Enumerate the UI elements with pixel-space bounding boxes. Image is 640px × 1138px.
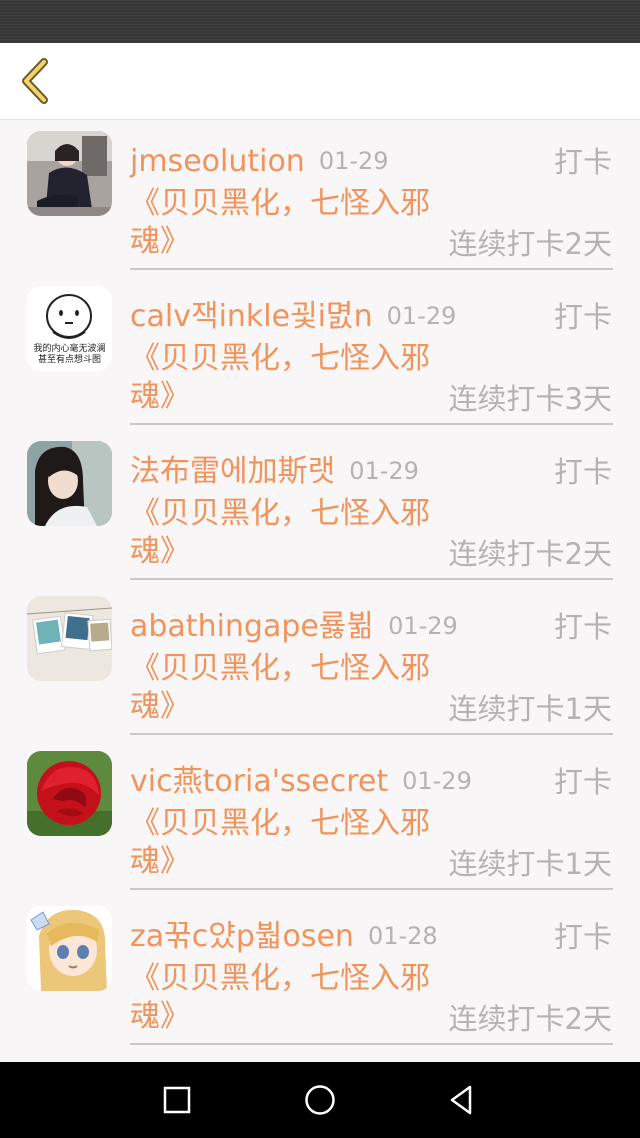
avatar[interactable]	[27, 906, 112, 991]
status-bar	[0, 0, 640, 43]
streak-text: 连续打卡2天	[448, 1002, 612, 1036]
list-item[interactable]: 法布雷에加斯랫 01-29 打卡 《贝贝黑化，七怪入邪魂》 连续打卡2天	[0, 431, 640, 586]
divider	[130, 1043, 613, 1045]
book-title-link[interactable]: 《贝贝黑化，七怪入邪魂》	[130, 805, 430, 881]
username[interactable]: 法布雷에加斯랫 01-29	[130, 451, 419, 492]
streak-text: 连续打卡3天	[448, 382, 612, 416]
checkin-date: 01-29	[318, 147, 389, 175]
divider	[130, 733, 613, 735]
system-nav-bar	[0, 1062, 640, 1138]
avatar[interactable]	[27, 131, 112, 216]
streak-text: 连续打卡2天	[448, 227, 612, 261]
book-title-link[interactable]: 《贝贝黑化，七怪入邪魂》	[130, 340, 430, 416]
checkin-date: 01-29	[388, 612, 458, 640]
streak-text: 连续打卡2天	[448, 537, 612, 571]
checkin-label: 打卡	[553, 765, 612, 799]
back-button[interactable]	[10, 53, 60, 109]
avatar[interactable]	[27, 596, 112, 681]
book-title-link[interactable]: 《贝贝黑化，七怪入邪魂》	[130, 960, 430, 1036]
checkin-date: 01-29	[349, 457, 419, 485]
streak-text: 连续打卡1天	[448, 847, 612, 881]
avatar-caption: 我的内心毫无波澜 甚至有点想斗图	[33, 344, 106, 365]
checkin-date: 01-29	[402, 767, 472, 795]
username[interactable]: calv잭inkle굋i멼n 01-29	[130, 296, 456, 337]
list-item[interactable]: 我的内心毫无波澜 甚至有点想斗图 calv잭inkle굋i멼n 01-29 打卡 …	[0, 276, 640, 431]
checkin-label: 打卡	[553, 920, 612, 954]
chevron-left-icon	[22, 58, 48, 104]
checkin-list: jmseolution 01-29 打卡 《贝贝黑化，七怪入邪魂》 连续打卡2天 …	[0, 121, 640, 1062]
avatar[interactable]: 我的内心毫无波澜 甚至有点想斗图	[27, 286, 112, 371]
username[interactable]: za꾺c얐p붧osen 01-28	[130, 916, 438, 957]
book-title-link[interactable]: 《贝贝黑化，七怪入邪魂》	[130, 185, 430, 261]
checkin-date: 01-28	[367, 922, 438, 950]
home-button[interactable]	[300, 1080, 340, 1120]
top-bar	[0, 43, 640, 120]
streak-text: 连续打卡1天	[448, 692, 612, 726]
avatar[interactable]	[27, 751, 112, 836]
divider	[130, 888, 613, 890]
checkin-date: 01-29	[386, 302, 457, 330]
book-title-link[interactable]: 《贝贝黑化，七怪入邪魂》	[130, 650, 430, 726]
circle-icon	[305, 1085, 335, 1115]
username[interactable]: vic燕toria'ssecret 01-29	[130, 761, 472, 802]
avatar[interactable]	[27, 441, 112, 526]
checkin-label: 打卡	[553, 145, 612, 179]
back-nav-button[interactable]	[442, 1080, 482, 1120]
square-icon	[163, 1086, 191, 1114]
checkin-label: 打卡	[553, 455, 612, 489]
username[interactable]: abathingape룛뷞 01-29	[130, 606, 458, 647]
list-item[interactable]: vic燕toria'ssecret 01-29 打卡 《贝贝黑化，七怪入邪魂》 连…	[0, 741, 640, 896]
recent-apps-button[interactable]	[157, 1080, 197, 1120]
username[interactable]: jmseolution 01-29	[130, 141, 389, 182]
book-title-link[interactable]: 《贝贝黑化，七怪入邪魂》	[130, 495, 430, 571]
list-item[interactable]: za꾺c얐p붧osen 01-28 打卡 《贝贝黑化，七怪入邪魂》 连续打卡2天	[0, 896, 640, 1051]
divider	[130, 268, 613, 270]
divider	[130, 578, 613, 580]
triangle-back-icon	[450, 1085, 472, 1115]
divider	[130, 423, 613, 425]
checkin-label: 打卡	[553, 610, 612, 644]
checkin-label: 打卡	[553, 300, 612, 334]
list-item[interactable]: abathingape룛뷞 01-29 打卡 《贝贝黑化，七怪入邪魂》 连续打卡1…	[0, 586, 640, 741]
list-item[interactable]: jmseolution 01-29 打卡 《贝贝黑化，七怪入邪魂》 连续打卡2天	[0, 121, 640, 276]
